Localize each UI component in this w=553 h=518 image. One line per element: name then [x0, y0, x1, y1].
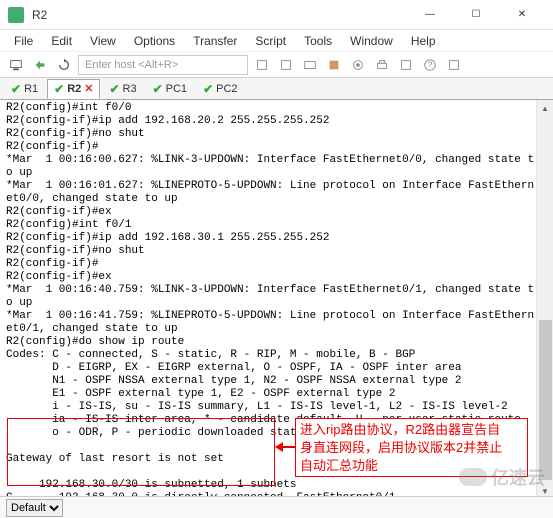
menu-window[interactable]: Window — [342, 32, 401, 50]
menubar: File Edit View Options Transfer Script T… — [0, 30, 553, 52]
menu-script[interactable]: Script — [247, 32, 294, 50]
annotation-line: 进入rip路由协议，R2路由器宣告自 — [300, 421, 523, 439]
menu-transfer[interactable]: Transfer — [185, 32, 245, 50]
check-icon: ✔ — [203, 82, 213, 96]
profile-select[interactable]: Default — [6, 499, 63, 517]
tab-r2[interactable]: ✔R2✕ — [47, 79, 100, 99]
tab-label: R2 — [67, 83, 81, 95]
maximize-button[interactable]: ☐ — [453, 0, 499, 30]
menu-edit[interactable]: Edit — [43, 32, 80, 50]
toolbar-btn-1[interactable] — [252, 55, 272, 75]
window-buttons: — ☐ ✕ — [407, 0, 545, 30]
window-title: R2 — [32, 8, 407, 22]
close-button[interactable]: ✕ — [499, 0, 545, 30]
menu-file[interactable]: File — [6, 32, 41, 50]
toolbar-btn-4[interactable] — [324, 55, 344, 75]
scroll-thumb[interactable] — [539, 320, 552, 480]
scroll-up-icon[interactable]: ▲ — [537, 100, 553, 117]
annotation-line: 身直连网段，启用协议版本2并禁止 — [300, 439, 523, 457]
toolbar: Enter host <Alt+R> ? — [0, 52, 553, 78]
statusbar: Default — [0, 496, 553, 518]
host-input[interactable]: Enter host <Alt+R> — [78, 55, 248, 75]
titlebar: R2 — ☐ ✕ — [0, 0, 553, 30]
check-icon: ✔ — [54, 82, 64, 96]
settings-icon[interactable] — [348, 55, 368, 75]
tab-label: R1 — [24, 83, 38, 95]
watermark-text: 亿速云 — [491, 464, 545, 490]
check-icon: ✔ — [11, 82, 21, 96]
toolbar-btn-7[interactable] — [396, 55, 416, 75]
toolbar-btn-3[interactable] — [300, 55, 320, 75]
tabs: ✔R1 ✔R2✕ ✔R3 ✔PC1 ✔PC2 — [0, 78, 553, 100]
cloud-icon — [459, 468, 487, 486]
menu-view[interactable]: View — [82, 32, 124, 50]
menu-tools[interactable]: Tools — [296, 32, 340, 50]
tab-label: R3 — [123, 83, 137, 95]
menu-options[interactable]: Options — [126, 32, 183, 50]
menu-help[interactable]: Help — [403, 32, 444, 50]
toolbar-btn-9[interactable] — [444, 55, 464, 75]
print-icon[interactable] — [372, 55, 392, 75]
reconnect-icon[interactable] — [54, 55, 74, 75]
minimize-button[interactable]: — — [407, 0, 453, 30]
svg-text:?: ? — [428, 60, 433, 69]
connect-icon[interactable] — [6, 55, 26, 75]
close-tab-icon[interactable]: ✕ — [84, 82, 93, 95]
tab-label: PC2 — [216, 83, 237, 95]
tab-pc1[interactable]: ✔PC1 — [146, 79, 194, 99]
tab-pc2[interactable]: ✔PC2 — [196, 79, 244, 99]
tab-label: PC1 — [166, 83, 187, 95]
toolbar-btn-2[interactable] — [276, 55, 296, 75]
help-icon[interactable]: ? — [420, 55, 440, 75]
check-icon: ✔ — [109, 82, 119, 96]
tab-r1[interactable]: ✔R1 — [4, 79, 45, 99]
app-icon — [8, 7, 24, 23]
quick-connect-icon[interactable] — [30, 55, 50, 75]
watermark: 亿速云 — [459, 464, 545, 490]
check-icon: ✔ — [153, 82, 163, 96]
annotation-arrow — [276, 446, 295, 448]
vertical-scrollbar[interactable]: ▲ ▼ — [536, 100, 553, 500]
tab-r3[interactable]: ✔ R3 — [102, 79, 143, 99]
